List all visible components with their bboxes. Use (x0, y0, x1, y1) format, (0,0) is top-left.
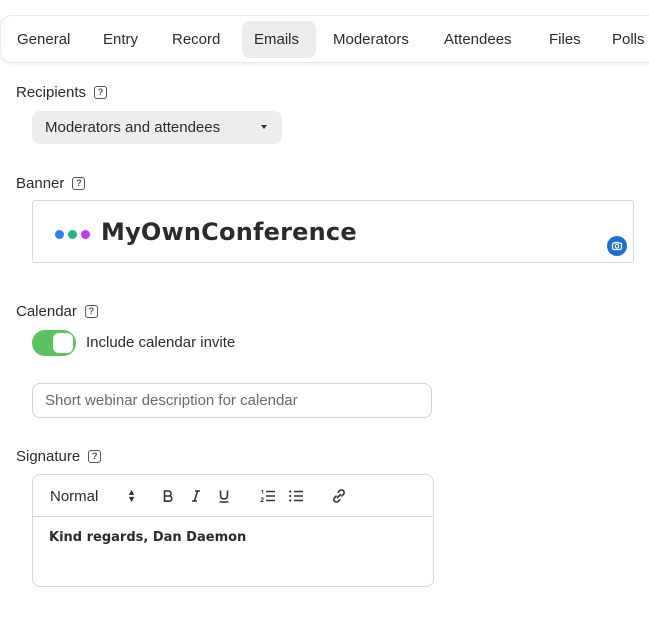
help-icon[interactable]: ? (88, 450, 102, 463)
calendar-label: Calendar (16, 303, 77, 320)
tab-moderators[interactable]: Moderators (321, 21, 421, 58)
tab-bar: General Entry Record Emails Moderators A… (0, 15, 649, 63)
tab-emails[interactable]: Emails (242, 21, 316, 58)
change-banner-button[interactable] (607, 236, 627, 256)
signature-editor: Normal ▲ ▼ Kind regards, Dan Daemon (32, 474, 434, 587)
bold-button[interactable] (159, 485, 177, 507)
recipients-section-label: Recipients ? (16, 84, 108, 101)
text-format-select[interactable]: Normal ▲ ▼ (50, 485, 136, 507)
signature-content[interactable]: Kind regards, Dan Daemon (49, 530, 246, 545)
editor-toolbar: Normal ▲ ▼ (33, 475, 433, 517)
italic-button[interactable] (187, 485, 205, 507)
camera-icon (611, 241, 623, 251)
updown-arrows-icon: ▲ ▼ (127, 487, 136, 504)
caret-down-icon (261, 125, 267, 129)
help-icon[interactable]: ? (72, 177, 86, 190)
underline-icon (219, 490, 229, 503)
help-icon[interactable]: ? (84, 305, 98, 318)
calendar-invite-toggle[interactable] (32, 330, 76, 356)
recipients-select[interactable]: Moderators and attendees (32, 111, 282, 144)
recipients-label: Recipients (16, 84, 87, 101)
logo-dot-green (68, 230, 77, 239)
link-button[interactable] (330, 485, 348, 507)
italic-icon (192, 490, 200, 502)
banner-label: Banner (16, 175, 65, 192)
tab-entry[interactable]: Entry (91, 21, 150, 58)
help-icon[interactable]: ? (94, 86, 108, 99)
bullet-list-button[interactable] (287, 485, 305, 507)
signature-section-label: Signature ? (16, 448, 102, 465)
tab-files[interactable]: Files (537, 21, 593, 58)
logo-dots (55, 230, 90, 239)
banner-preview[interactable]: MyOwnConference (32, 200, 634, 263)
banner-section-label: Banner ? (16, 175, 86, 192)
bold-icon (163, 490, 173, 502)
logo-dot-blue (55, 230, 64, 239)
tab-attendees[interactable]: Attendees (432, 21, 524, 58)
text-format-value: Normal (50, 487, 99, 505)
link-icon (333, 489, 345, 503)
toggle-knob (53, 333, 73, 353)
tab-general[interactable]: General (5, 21, 82, 58)
calendar-invite-label: Include calendar invite (86, 334, 236, 351)
tab-record[interactable]: Record (160, 21, 232, 58)
tab-polls[interactable]: Polls (600, 21, 649, 58)
recipients-selected-value: Moderators and attendees (45, 119, 221, 136)
calendar-description-input[interactable] (32, 383, 432, 418)
ordered-list-icon (260, 490, 275, 502)
bullet-list-icon (289, 490, 303, 502)
underline-button[interactable] (215, 485, 233, 507)
logo-dot-purple (81, 230, 90, 239)
signature-label: Signature (16, 448, 81, 465)
ordered-list-button[interactable] (259, 485, 277, 507)
calendar-section-label: Calendar ? (16, 303, 98, 320)
banner-logo-text: MyOwnConference (101, 218, 357, 246)
